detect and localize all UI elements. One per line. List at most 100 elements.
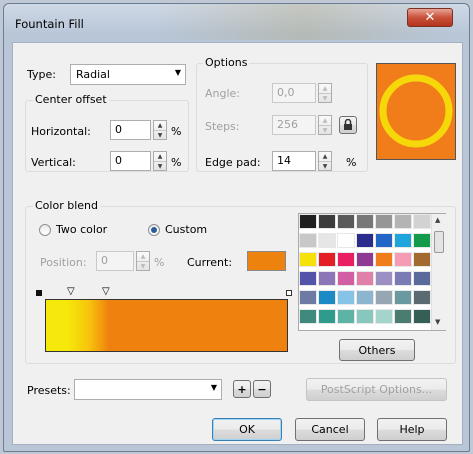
dialog-client-area: Type: Radial ▼ Center offset Horizontal:… xyxy=(12,42,463,445)
palette-swatch[interactable] xyxy=(375,290,393,305)
custom-radio[interactable] xyxy=(148,224,160,236)
palette-swatch[interactable] xyxy=(394,290,412,305)
palette-swatch[interactable] xyxy=(394,233,412,248)
end-stop-marker[interactable] xyxy=(286,290,292,296)
palette-swatch[interactable] xyxy=(413,309,431,324)
presets-select[interactable]: ▼ xyxy=(74,379,222,400)
palette-swatch[interactable] xyxy=(299,271,317,286)
palette-scrollbar[interactable]: ▲ ▼ xyxy=(431,214,446,330)
palette-swatch[interactable] xyxy=(299,290,317,305)
angle-label: Angle: xyxy=(205,87,241,100)
horizontal-label: Horizontal: xyxy=(31,125,91,138)
ok-button[interactable]: OK xyxy=(212,418,282,441)
palette-swatch[interactable] xyxy=(375,271,393,286)
gradient-preview-bar[interactable] xyxy=(45,299,288,352)
palette-swatch[interactable] xyxy=(413,290,431,305)
palette-swatch[interactable] xyxy=(413,214,431,229)
palette-swatch[interactable] xyxy=(356,290,374,305)
palette-swatch[interactable] xyxy=(375,252,393,267)
palette-swatch[interactable] xyxy=(299,309,317,324)
start-stop-marker[interactable] xyxy=(36,290,42,296)
remove-preset-button[interactable]: − xyxy=(253,380,271,398)
radial-fill-preview xyxy=(377,64,455,159)
chevron-down-icon: ▼ xyxy=(174,68,181,77)
scroll-up-icon[interactable]: ▲ xyxy=(435,216,440,224)
palette-swatch[interactable] xyxy=(375,309,393,324)
palette-swatch[interactable] xyxy=(337,252,355,267)
palette-swatch[interactable] xyxy=(413,252,431,267)
palette-swatch[interactable] xyxy=(375,233,393,248)
palette-swatch[interactable] xyxy=(356,233,374,248)
help-button[interactable]: Help xyxy=(377,418,447,441)
vertical-input[interactable]: 0 xyxy=(110,151,151,171)
two-color-radio-option[interactable]: Two color xyxy=(39,223,129,237)
palette-swatch[interactable] xyxy=(394,214,412,229)
scroll-down-icon[interactable]: ▼ xyxy=(435,318,440,326)
steps-spinner[interactable]: ▲ ▼ xyxy=(318,115,332,135)
vertical-spinner[interactable]: ▲ ▼ xyxy=(153,151,167,171)
horizontal-unit: % xyxy=(171,125,182,138)
chevron-down-icon: ▼ xyxy=(210,383,217,392)
postscript-options-button[interactable]: PostScript Options... xyxy=(306,378,447,401)
palette-swatch[interactable] xyxy=(318,252,336,267)
horizontal-spinner[interactable]: ▲ ▼ xyxy=(153,120,167,140)
scrollbar-thumb[interactable] xyxy=(434,231,444,253)
fill-preview xyxy=(376,63,456,160)
color-palette: ▲ ▼ xyxy=(298,213,446,331)
palette-swatch[interactable] xyxy=(318,214,336,229)
palette-swatch[interactable] xyxy=(299,214,317,229)
palette-swatch[interactable] xyxy=(318,290,336,305)
dialog-title: Fountain Fill xyxy=(15,17,84,31)
two-color-label: Two color xyxy=(56,223,108,236)
close-button[interactable]: ✕ xyxy=(407,8,453,27)
lock-icon xyxy=(344,119,352,130)
palette-swatch[interactable] xyxy=(356,309,374,324)
horizontal-input[interactable]: 0 xyxy=(110,120,151,140)
two-color-radio[interactable] xyxy=(39,224,51,236)
angle-spinner[interactable]: ▲ ▼ xyxy=(318,83,332,103)
edge-pad-unit: % xyxy=(346,156,357,169)
position-input[interactable]: 0 xyxy=(96,251,134,271)
palette-swatch[interactable] xyxy=(337,290,355,305)
palette-swatch[interactable] xyxy=(394,271,412,286)
steps-input[interactable]: 256 xyxy=(272,115,316,135)
palette-swatch[interactable] xyxy=(337,233,355,248)
palette-swatch[interactable] xyxy=(318,309,336,324)
palette-swatch[interactable] xyxy=(375,214,393,229)
palette-swatch[interactable] xyxy=(413,233,431,248)
steps-label: Steps: xyxy=(205,120,240,133)
palette-swatch[interactable] xyxy=(318,271,336,286)
stop-marker-2[interactable]: ▽ xyxy=(102,286,110,297)
fountain-fill-dialog: Fountain Fill ✕ Type: Radial ▼ Center of… xyxy=(3,3,470,452)
palette-swatch[interactable] xyxy=(356,271,374,286)
palette-swatch[interactable] xyxy=(299,252,317,267)
palette-swatch[interactable] xyxy=(356,252,374,267)
custom-radio-option[interactable]: Custom xyxy=(148,223,238,237)
current-label: Current: xyxy=(187,256,233,269)
palette-swatch[interactable] xyxy=(394,252,412,267)
palette-swatch[interactable] xyxy=(337,214,355,229)
palette-grid xyxy=(299,214,431,330)
palette-swatch[interactable] xyxy=(337,271,355,286)
palette-swatch[interactable] xyxy=(394,309,412,324)
others-button[interactable]: Others xyxy=(339,339,415,361)
add-preset-button[interactable]: + xyxy=(233,380,251,398)
edge-pad-spinner[interactable]: ▲ ▼ xyxy=(318,151,332,171)
title-bar[interactable]: Fountain Fill ✕ xyxy=(4,4,469,42)
palette-swatch[interactable] xyxy=(318,233,336,248)
position-label: Position: xyxy=(40,256,87,269)
cancel-button[interactable]: Cancel xyxy=(295,418,365,441)
palette-swatch[interactable] xyxy=(356,214,374,229)
angle-input[interactable]: 0,0 xyxy=(272,83,316,103)
custom-label: Custom xyxy=(165,223,208,236)
type-select[interactable]: Radial ▼ xyxy=(70,64,186,85)
palette-swatch[interactable] xyxy=(299,233,317,248)
lock-steps-button[interactable] xyxy=(339,116,357,134)
palette-swatch[interactable] xyxy=(337,309,355,324)
stop-marker-1[interactable]: ▽ xyxy=(67,286,75,297)
edge-pad-input[interactable]: 14 xyxy=(272,151,316,171)
current-color-swatch[interactable] xyxy=(247,251,286,271)
position-spinner[interactable]: ▲ ▼ xyxy=(136,251,150,271)
palette-swatch[interactable] xyxy=(413,271,431,286)
close-icon: ✕ xyxy=(424,10,436,25)
